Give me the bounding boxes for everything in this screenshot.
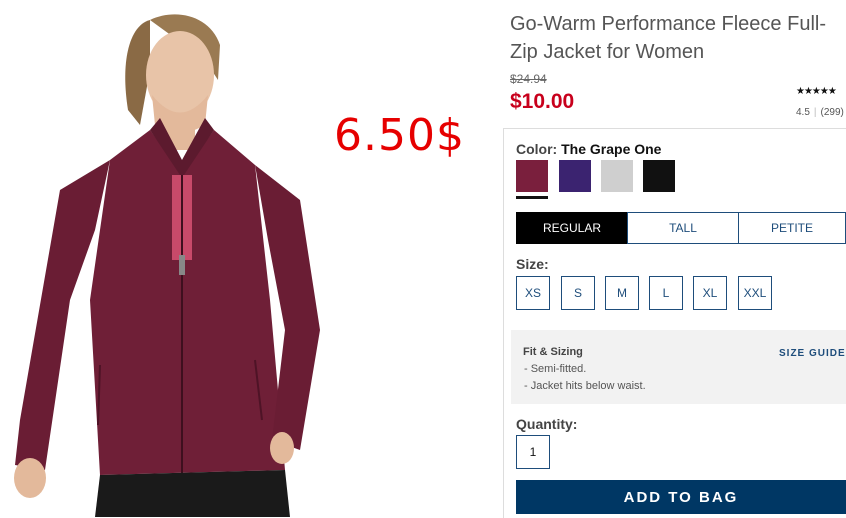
size-guide-link[interactable]: SIZE GUIDE [779,348,846,359]
overlay-price-annotation: 6.50$ [334,110,465,161]
color-label-text: Color: [516,141,558,157]
rating-value: 4.5 [796,107,810,118]
tab-tall[interactable]: TALL [627,212,739,244]
review-count: (299) [820,107,844,118]
size-xxl-button[interactable]: XXL [738,276,772,310]
size-label: Size: [516,256,549,272]
swatch-light-gray[interactable] [601,160,633,192]
product-image-area: 6.50$ [0,0,490,517]
product-title: Go-Warm Performance Fleece Full-Zip Jack… [510,13,826,63]
size-xl-button[interactable]: XL [693,276,727,310]
color-label: Color: The Grape One [516,141,661,157]
swatch-grape[interactable] [516,160,548,192]
fit-sizing-title: Fit & Sizing [523,346,583,358]
swatch-black[interactable] [643,160,675,192]
size-m-button[interactable]: M [605,276,639,310]
quantity-label: Quantity: [516,416,578,432]
selected-color-name: The Grape One [561,141,662,157]
fit-detail-line: - Semi-fitted. [524,363,587,375]
rating-summary[interactable]: 4.5 | (299) [796,107,844,118]
selected-swatch-indicator [516,196,548,199]
size-s-button[interactable]: S [561,276,595,310]
original-price: $24.94 [510,72,547,86]
rating-divider: | [813,107,817,118]
size-xs-button[interactable]: XS [516,276,550,310]
swatch-purple[interactable] [559,160,591,192]
product-photo[interactable] [0,0,390,517]
size-l-button[interactable]: L [649,276,683,310]
add-to-bag-button[interactable]: ADD TO BAG [516,480,846,514]
sale-price: $10.00 [510,90,575,113]
fit-detail-line: - Jacket hits below waist. [524,380,646,392]
tab-petite[interactable]: PETITE [738,212,846,244]
tab-regular[interactable]: REGULAR [516,212,628,244]
fit-tabs: REGULAR TALL PETITE [516,212,846,244]
rating-stars-icon[interactable]: ★★★★★ [796,86,837,97]
quantity-input[interactable] [516,435,550,469]
